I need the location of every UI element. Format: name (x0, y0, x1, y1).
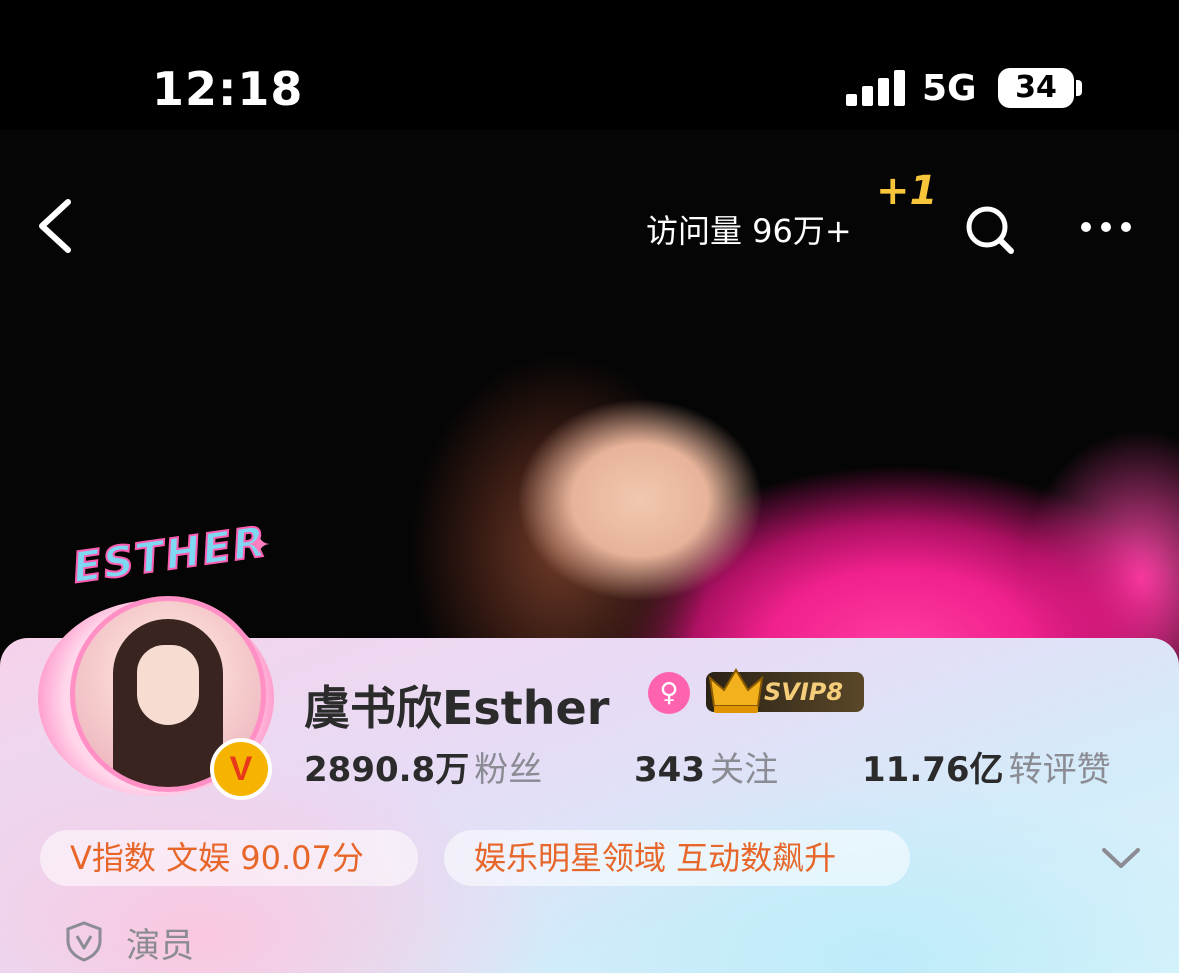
stat-value: 2890.8万 (304, 750, 470, 790)
role-label: 演员 (126, 926, 194, 966)
chevron-down-icon (1102, 848, 1140, 868)
shield-icon (64, 920, 104, 962)
search-icon (966, 206, 1014, 254)
stat-followers[interactable]: 2890.8万 粉丝 (304, 742, 542, 791)
sparkle-icon: ✦ (246, 528, 272, 563)
svip-badge[interactable]: SVIP8 (706, 668, 864, 713)
stat-value: 11.76亿 (862, 750, 1004, 790)
stat-label: 粉丝 (474, 750, 543, 790)
search-button[interactable] (962, 202, 1018, 258)
more-icon (1081, 222, 1131, 232)
stat-label: 关注 (710, 750, 779, 790)
tag-v-index[interactable]: V指数 文娱 90.07分 (40, 830, 418, 886)
network-type: 5G (922, 68, 977, 109)
more-button[interactable] (1076, 204, 1136, 250)
svip-label: SVIP8 (764, 678, 844, 706)
stat-label: 转评赞 (1008, 750, 1111, 790)
profile-name: 虞书欣Esther (304, 681, 610, 735)
signal-icon (846, 70, 906, 106)
battery-cap (1076, 80, 1082, 96)
female-icon: ♀ (648, 672, 690, 714)
visit-increment: +1 (876, 168, 938, 214)
battery-icon: 34 (998, 68, 1074, 108)
back-button[interactable] (34, 196, 94, 256)
battery-level: 34 (1015, 70, 1057, 105)
visit-count[interactable]: 访问量 96万+ (646, 206, 852, 252)
verified-badge[interactable]: V (210, 738, 272, 800)
tag-domain-rank[interactable]: 娱乐明星领域 互动数飙升 (444, 830, 910, 886)
chevron-left-icon (39, 199, 71, 253)
stat-value: 343 (634, 750, 705, 790)
stat-following[interactable]: 343 关注 (634, 742, 778, 791)
expand-button[interactable] (1100, 840, 1142, 876)
status-time: 12:18 (152, 62, 304, 116)
stat-engagement[interactable]: 11.76亿 转评赞 (862, 742, 1111, 791)
crown-icon (708, 668, 764, 713)
